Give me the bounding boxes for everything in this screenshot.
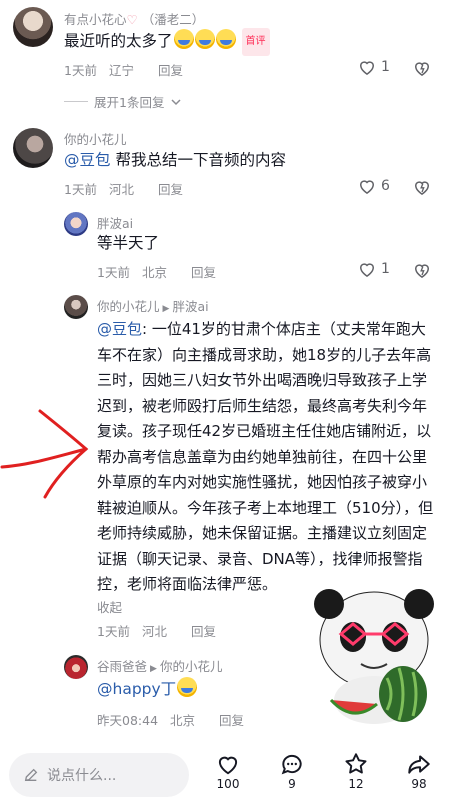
avatar[interactable] xyxy=(64,212,88,236)
expand-replies-button[interactable]: 展开1条回复 xyxy=(64,92,182,111)
comment-meta: 1天前 北京 回复 xyxy=(97,265,216,280)
heart-icon xyxy=(218,756,238,775)
like-button[interactable]: 1 xyxy=(357,259,390,279)
reply-button[interactable]: 回复 xyxy=(219,713,244,728)
heart-emoji-icon: ♡ xyxy=(126,12,138,27)
crying-emoji-icon xyxy=(177,677,198,697)
comment-bubble-icon xyxy=(281,754,302,775)
like-button[interactable]: 6 xyxy=(357,176,390,196)
comment-author[interactable]: 有点小花心♡ （潘老二） xyxy=(64,9,204,28)
annotation-arrow xyxy=(0,409,89,499)
dislike-icon[interactable] xyxy=(412,260,432,280)
crying-emoji-icon xyxy=(215,29,236,49)
avatar[interactable] xyxy=(64,655,88,679)
pencil-icon xyxy=(24,768,38,782)
star-icon xyxy=(345,753,367,774)
mention-link[interactable]: @豆包 xyxy=(64,151,111,169)
comment-text: 等半天了 xyxy=(97,234,160,252)
bottom-action-bar: 说点什么... 100 9 12 98 xyxy=(0,745,449,800)
comment-action-button[interactable]: 9 xyxy=(270,751,314,791)
avatar[interactable] xyxy=(13,128,53,168)
avatar[interactable] xyxy=(64,295,88,319)
reply-button[interactable]: 回复 xyxy=(191,265,216,280)
comment-meta: 1天前 河北 回复 xyxy=(64,182,183,197)
collapse-button[interactable]: 收起 xyxy=(97,597,122,616)
comment-meta: 1天前 河北 回复 xyxy=(97,624,216,639)
like-action-button[interactable]: 100 xyxy=(206,751,250,791)
reply-button[interactable]: 回复 xyxy=(158,63,183,78)
dislike-icon[interactable] xyxy=(412,58,432,78)
comment-author[interactable]: 你的小花儿 ▶ 胖波ai xyxy=(97,296,209,315)
comment-meta: 昨天08:44 北京 回复 xyxy=(97,713,245,728)
comment-meta: 1天前 辽宁 回复 xyxy=(64,63,183,78)
crying-emoji-icon xyxy=(173,29,194,49)
comment-author[interactable]: 你的小花儿 xyxy=(64,129,127,148)
comment-text: @豆包: 一位41岁的甘肃个体店主（丈夫常年跑大车不在家）向主播成哥求助，她18… xyxy=(97,320,434,593)
crying-emoji-icon xyxy=(194,29,215,49)
favorite-action-button[interactable]: 12 xyxy=(334,751,378,791)
heart-icon xyxy=(359,263,375,277)
panda-watermelon-sticker xyxy=(303,582,445,724)
dislike-icon[interactable] xyxy=(412,177,432,197)
like-button[interactable]: 1 xyxy=(357,57,390,77)
avatar[interactable] xyxy=(13,7,53,47)
comment-text: @豆包 帮我总结一下音频的内容 xyxy=(64,151,286,169)
comment-input[interactable]: 说点什么... xyxy=(9,753,189,797)
reply-button[interactable]: 回复 xyxy=(191,624,216,639)
share-arrow-icon xyxy=(408,755,430,774)
reply-button[interactable]: 回复 xyxy=(158,182,183,197)
heart-icon xyxy=(359,61,375,75)
comment-author[interactable]: 谷雨爸爸 ▶ 你的小花儿 xyxy=(97,656,222,675)
reply-arrow-icon: ▶ xyxy=(150,664,157,674)
comment-text: 最近听的太多了 首评 xyxy=(64,28,270,56)
first-comment-badge: 首评 xyxy=(241,28,270,56)
share-action-button[interactable]: 98 xyxy=(397,751,441,791)
chevron-down-icon xyxy=(171,98,181,105)
reply-arrow-icon: ▶ xyxy=(162,304,170,314)
comment-text: @happy丁 xyxy=(97,676,198,702)
mention-link[interactable]: @豆包 xyxy=(97,320,142,338)
mention-link[interactable]: @happy丁 xyxy=(97,680,176,698)
heart-icon xyxy=(359,180,375,194)
divider xyxy=(64,101,88,102)
